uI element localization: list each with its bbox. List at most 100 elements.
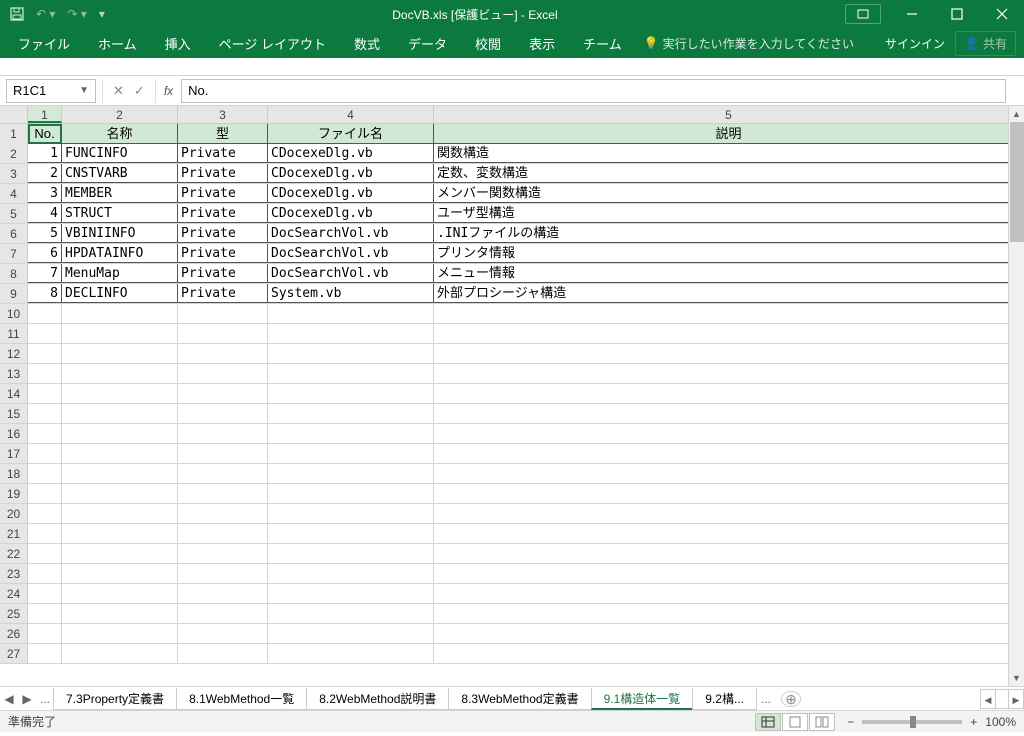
cell[interactable] — [28, 524, 62, 543]
row-header[interactable]: 18 — [0, 464, 28, 483]
cell[interactable]: Private — [178, 144, 268, 163]
row-header[interactable]: 23 — [0, 564, 28, 583]
row-header[interactable]: 1 — [0, 124, 28, 144]
close-button[interactable] — [979, 0, 1024, 28]
cell[interactable]: 8 — [28, 284, 62, 303]
cell[interactable] — [178, 524, 268, 543]
cell[interactable] — [28, 384, 62, 403]
cell[interactable] — [62, 544, 178, 563]
cell[interactable] — [268, 644, 434, 663]
cell[interactable]: 1 — [28, 144, 62, 163]
tab-team[interactable]: チーム — [569, 28, 636, 58]
cell[interactable]: Private — [178, 184, 268, 203]
cell[interactable] — [178, 604, 268, 623]
cell[interactable] — [434, 504, 1024, 523]
spreadsheet-grid[interactable]: 1 2 3 4 5 1 No. 名称 型 ファイル名 説明2 1 FUNCINF… — [0, 106, 1024, 686]
row-header[interactable]: 6 — [0, 224, 28, 243]
cell[interactable] — [62, 504, 178, 523]
row-header[interactable]: 16 — [0, 424, 28, 443]
cell[interactable]: 外部プロシージャ構造 — [434, 284, 1024, 303]
cell[interactable] — [268, 304, 434, 323]
cell[interactable] — [268, 364, 434, 383]
row-header[interactable]: 14 — [0, 384, 28, 403]
maximize-button[interactable] — [934, 0, 979, 28]
tab-pagelayout[interactable]: ページ レイアウト — [205, 28, 340, 58]
cell[interactable] — [434, 584, 1024, 603]
cell[interactable] — [178, 644, 268, 663]
cell[interactable] — [28, 324, 62, 343]
cell[interactable]: 5 — [28, 224, 62, 243]
hscroll-left[interactable]: ◀ — [980, 689, 996, 709]
cell[interactable] — [268, 344, 434, 363]
hscroll-right[interactable]: ▶ — [1008, 689, 1024, 709]
cell[interactable]: 7 — [28, 264, 62, 283]
tab-view[interactable]: 表示 — [515, 28, 569, 58]
cell[interactable]: 定数、変数構造 — [434, 164, 1024, 183]
row-header[interactable]: 22 — [0, 544, 28, 563]
cell[interactable]: DECLINFO — [62, 284, 178, 303]
cell[interactable]: CDocexeDlg.vb — [268, 164, 434, 183]
cell[interactable] — [434, 304, 1024, 323]
cell[interactable] — [28, 584, 62, 603]
row-header[interactable]: 12 — [0, 344, 28, 363]
scroll-up-icon[interactable]: ▲ — [1009, 106, 1024, 122]
col-header[interactable]: 4 — [268, 106, 434, 123]
cell[interactable]: プリンタ情報 — [434, 244, 1024, 263]
cell[interactable] — [178, 424, 268, 443]
sheet-tab[interactable]: 8.2WebMethod説明書 — [306, 688, 449, 710]
cell[interactable]: ファイル名 — [268, 124, 434, 144]
sheet-nav-next[interactable]: ▶ — [18, 692, 36, 706]
cell[interactable] — [268, 444, 434, 463]
share-button[interactable]: 👤 共有 — [955, 31, 1016, 56]
cell[interactable]: 6 — [28, 244, 62, 263]
vertical-scrollbar[interactable]: ▲ ▼ — [1008, 106, 1024, 686]
cell[interactable] — [434, 384, 1024, 403]
qat-dropdown-icon[interactable]: ▾ — [99, 7, 105, 21]
cell[interactable] — [434, 644, 1024, 663]
cell[interactable]: CDocexeDlg.vb — [268, 204, 434, 223]
cell[interactable]: メニュー情報 — [434, 264, 1024, 283]
cell[interactable] — [28, 344, 62, 363]
minimize-button[interactable] — [889, 0, 934, 28]
row-header[interactable]: 4 — [0, 184, 28, 203]
cell[interactable] — [28, 604, 62, 623]
col-header[interactable]: 3 — [178, 106, 268, 123]
cell[interactable] — [268, 524, 434, 543]
cell[interactable] — [268, 424, 434, 443]
tab-formulas[interactable]: 数式 — [340, 28, 394, 58]
cell[interactable] — [62, 484, 178, 503]
cell[interactable]: HPDATAINFO — [62, 244, 178, 263]
cell[interactable]: 関数構造 — [434, 144, 1024, 163]
cell[interactable] — [178, 304, 268, 323]
cell[interactable] — [178, 624, 268, 643]
cell[interactable] — [178, 384, 268, 403]
undo-icon[interactable]: ↶ ▾ — [36, 7, 55, 21]
view-normal-button[interactable] — [755, 713, 781, 731]
sheet-tab[interactable]: 9.2構... — [692, 688, 757, 710]
tab-data[interactable]: データ — [394, 28, 461, 58]
cell[interactable]: ユーザ型構造 — [434, 204, 1024, 223]
cell[interactable] — [28, 504, 62, 523]
cancel-icon[interactable]: ✕ — [113, 83, 124, 99]
cell[interactable]: 2 — [28, 164, 62, 183]
cell[interactable] — [434, 424, 1024, 443]
cell[interactable]: DocSearchVol.vb — [268, 264, 434, 283]
sheet-nav-prev[interactable]: ◀ — [0, 692, 18, 706]
cell[interactable] — [62, 344, 178, 363]
cell[interactable] — [268, 324, 434, 343]
cell[interactable]: MEMBER — [62, 184, 178, 203]
row-header[interactable]: 17 — [0, 444, 28, 463]
row-header[interactable]: 7 — [0, 244, 28, 263]
name-box[interactable]: R1C1 ▼ — [6, 79, 96, 103]
sheet-tab[interactable]: 8.3WebMethod定義書 — [448, 688, 591, 710]
cell[interactable] — [28, 564, 62, 583]
cell[interactable] — [178, 584, 268, 603]
col-header[interactable]: 5 — [434, 106, 1024, 123]
tab-home[interactable]: ホーム — [84, 28, 151, 58]
cell[interactable]: CNSTVARB — [62, 164, 178, 183]
cell[interactable]: CDocexeDlg.vb — [268, 144, 434, 163]
cell[interactable]: DocSearchVol.vb — [268, 224, 434, 243]
save-icon[interactable] — [10, 7, 24, 21]
cell[interactable] — [268, 584, 434, 603]
ribbon-display-button[interactable] — [845, 4, 881, 24]
